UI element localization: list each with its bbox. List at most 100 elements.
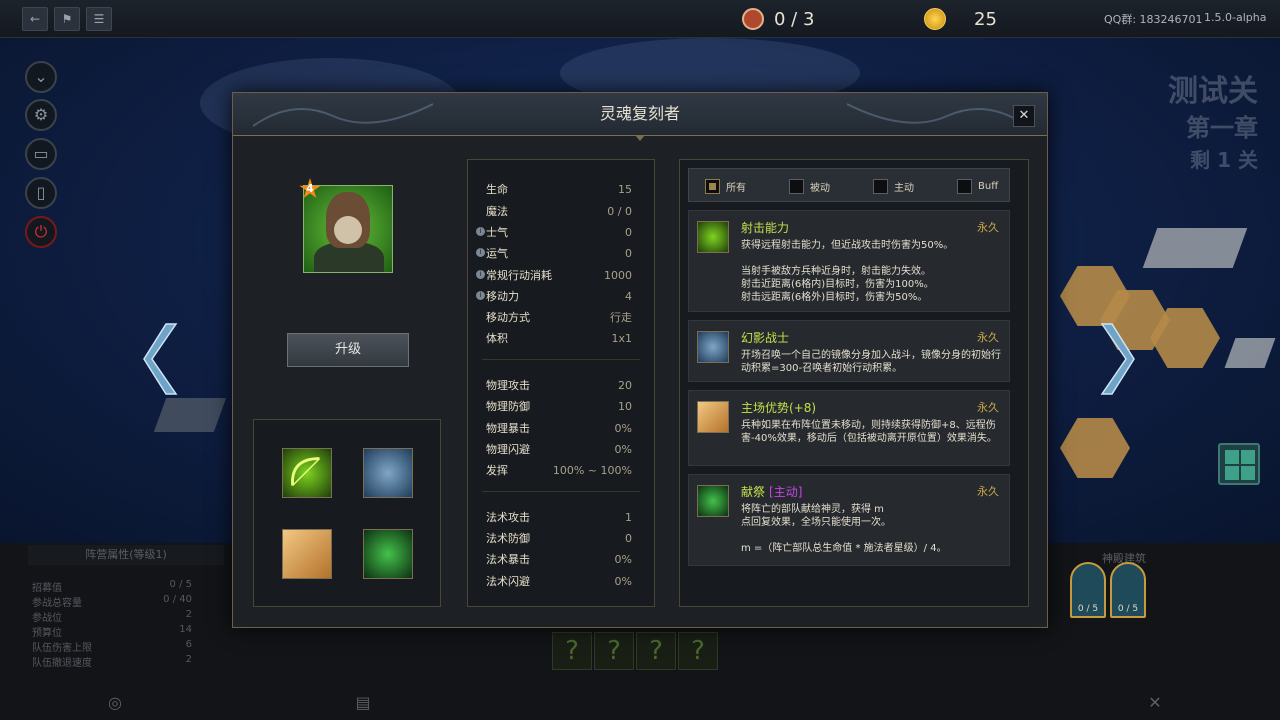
temple-building-slot[interactable]: 0 / 5 <box>1110 562 1146 618</box>
checkbox[interactable] <box>789 178 804 194</box>
level-name: 测试关 <box>1168 74 1258 109</box>
meat-counter: 0 / 3 <box>742 6 814 32</box>
close-button[interactable]: ✕ <box>1013 105 1035 127</box>
filter-active[interactable]: 主动 <box>873 178 914 194</box>
empty-slot[interactable]: ? <box>594 632 634 670</box>
ghost-warrior-icon[interactable] <box>363 448 413 498</box>
back-button[interactable]: ← <box>22 7 48 31</box>
info-icon[interactable]: i <box>476 291 485 300</box>
book-button[interactable]: ▯ <box>25 177 57 209</box>
flag-button[interactable]: ⚑ <box>54 7 80 31</box>
ability-card[interactable]: 射击能力 永久 获得远程射击能力，但近战攻击时伤害为50%。 当射手被敌方兵种近… <box>688 210 1010 312</box>
divider <box>482 359 640 360</box>
skill-icons-panel <box>253 419 441 607</box>
meat-count: 0 / 3 <box>774 8 815 30</box>
filter-buff[interactable]: Buff <box>957 178 998 194</box>
ability-card[interactable]: 幻影战士 永久 开场召唤一个自己的镜像分身加入战斗，镜像分身的初始行动积累=30… <box>688 320 1010 382</box>
ability-description: 获得远程射击能力，但近战攻击时伤害为50%。 当射手被敌方兵种近身时，射击能力失… <box>741 240 954 303</box>
upgrade-button[interactable]: 升级 <box>287 333 409 367</box>
unit-portrait <box>303 185 393 273</box>
ghost-warrior-icon <box>697 331 729 363</box>
faction-row: 招募值 0 / 5 <box>32 579 192 594</box>
calendar-button[interactable]: ▭ <box>25 138 57 170</box>
ability-description: 开场召唤一个自己的镜像分身加入战斗，镜像分身的初始行动积累=300-召唤者初始行… <box>741 350 1001 374</box>
ability-name: 射击能力 <box>741 221 790 235</box>
faction-row: 预算位 14 <box>32 624 192 639</box>
stat-row: 体积 1x1 <box>486 331 632 346</box>
faction-row: 队伍伤害上限 6 <box>32 639 192 654</box>
header-notch <box>635 135 645 143</box>
faction-row: 队伍撤退速度 2 <box>32 654 192 669</box>
sacrifice-icon[interactable] <box>363 529 413 579</box>
floating-rock <box>1142 228 1248 268</box>
bow-icon[interactable] <box>282 448 332 498</box>
checkbox[interactable] <box>873 178 888 194</box>
floating-rock <box>1224 338 1276 368</box>
info-icon[interactable]: i <box>476 248 485 257</box>
bow-icon <box>697 221 729 253</box>
ability-card[interactable]: 献祭 [主动] 永久 将阵亡的部队献给神灵，获得 m 点回复效果，全场只能使用一次… <box>688 474 1010 566</box>
scroll-icon[interactable]: ▤ <box>352 692 374 714</box>
qq-group: QQ群: 183246701 <box>1104 13 1203 26</box>
modal-header: 灵魂复刻者 ✕ <box>233 93 1047 136</box>
sacrifice-icon <box>697 485 729 517</box>
ability-name: 献祭 [主动] <box>741 485 803 499</box>
chevron-down-button[interactable]: ⌄ <box>25 61 57 93</box>
ability-duration: 永久 <box>977 401 999 414</box>
prev-unit-arrow[interactable] <box>142 322 178 396</box>
faction-row: 参战总容量 0 / 40 <box>32 594 192 609</box>
filter-passive[interactable]: 被动 <box>789 178 830 194</box>
stat-row: 物理暴击 0% <box>486 421 632 436</box>
stat-row: 法术攻击 1 <box>486 510 632 525</box>
faction-row: 参战位 2 <box>32 609 192 624</box>
gold-counter: 25 <box>924 6 997 32</box>
settings-gear-button[interactable]: ⚙ <box>25 99 57 131</box>
header-ornament-right <box>847 103 1027 127</box>
info-icon[interactable]: i <box>476 227 485 236</box>
stat-row: i 士气 0 <box>476 222 632 242</box>
flag-icon: ⚑ <box>61 12 73 26</box>
ability-name: 主场优势(+8) <box>741 401 817 415</box>
stat-row: 物理攻击 20 <box>486 378 632 393</box>
stat-row: i 常规行动消耗 1000 <box>476 265 632 285</box>
swirl-icon[interactable]: ◎ <box>104 692 126 714</box>
map-icon <box>697 401 729 433</box>
stat-row: 法术防御 0 <box>486 531 632 546</box>
filter-all[interactable]: 所有 <box>705 178 746 194</box>
stats-panel: 生命 15 魔法 0 / 0 i 士气 0 i 运气 0 i 常规行动消耗 1000 i 移动力 4… <box>467 159 655 607</box>
divider <box>482 491 640 492</box>
stat-row: 魔法 0 / 0 <box>486 204 632 219</box>
power-button[interactable]: ⏻ <box>25 216 57 248</box>
chevron-right-icon <box>1100 323 1135 395</box>
empty-slot[interactable]: ? <box>636 632 676 670</box>
grid-view-button[interactable] <box>1218 443 1260 485</box>
gold-coin-icon <box>924 8 946 30</box>
stat-row: 生命 15 <box>486 182 632 197</box>
next-unit-arrow[interactable] <box>1100 322 1136 396</box>
stat-row: 移动方式 行走 <box>486 311 632 324</box>
gold-count: 25 <box>974 8 997 30</box>
checkbox[interactable] <box>705 178 720 194</box>
menu-icon: ☰ <box>93 12 105 26</box>
info-icon[interactable]: i <box>476 270 485 279</box>
empty-slot[interactable]: ? <box>678 632 718 670</box>
ability-duration: 永久 <box>977 331 999 344</box>
ability-description: 兵种如果在布阵位置未移动，则持续获得防御+8、远程伤害-40%效果，移动后（包括… <box>741 420 997 444</box>
back-icon: ← <box>29 12 41 26</box>
chapter-name: 第一章 <box>1186 114 1258 142</box>
stat-row: 法术闪避 0% <box>486 574 632 589</box>
map-hex <box>1060 418 1130 478</box>
faction-attributes-panel: 阵营属性(等级1) 招募值 0 / 5 参战总容量 0 / 40 参战位 2 预算位 1… <box>28 545 224 673</box>
ability-card[interactable]: 主场优势(+8) 永久 兵种如果在布阵位置未移动，则持续获得防御+8、远程伤害-… <box>688 390 1010 466</box>
hammer-icon[interactable]: ✕ <box>1144 692 1166 714</box>
ability-name: 幻影战士 <box>741 331 790 345</box>
checkbox[interactable] <box>957 178 972 194</box>
abilities-panel: 所有 被动 主动 Buff 射击能力 永久 获得远程射击能力，但近战攻击时伤害为… <box>679 159 1029 607</box>
ability-duration: 永久 <box>977 485 999 498</box>
empty-slot[interactable]: ? <box>552 632 592 670</box>
temple-building-slot[interactable]: 0 / 5 <box>1070 562 1106 618</box>
menu-button[interactable]: ☰ <box>86 7 112 31</box>
map-icon[interactable] <box>282 529 332 579</box>
close-icon: ✕ <box>1018 108 1030 123</box>
chevron-left-icon <box>143 323 178 395</box>
